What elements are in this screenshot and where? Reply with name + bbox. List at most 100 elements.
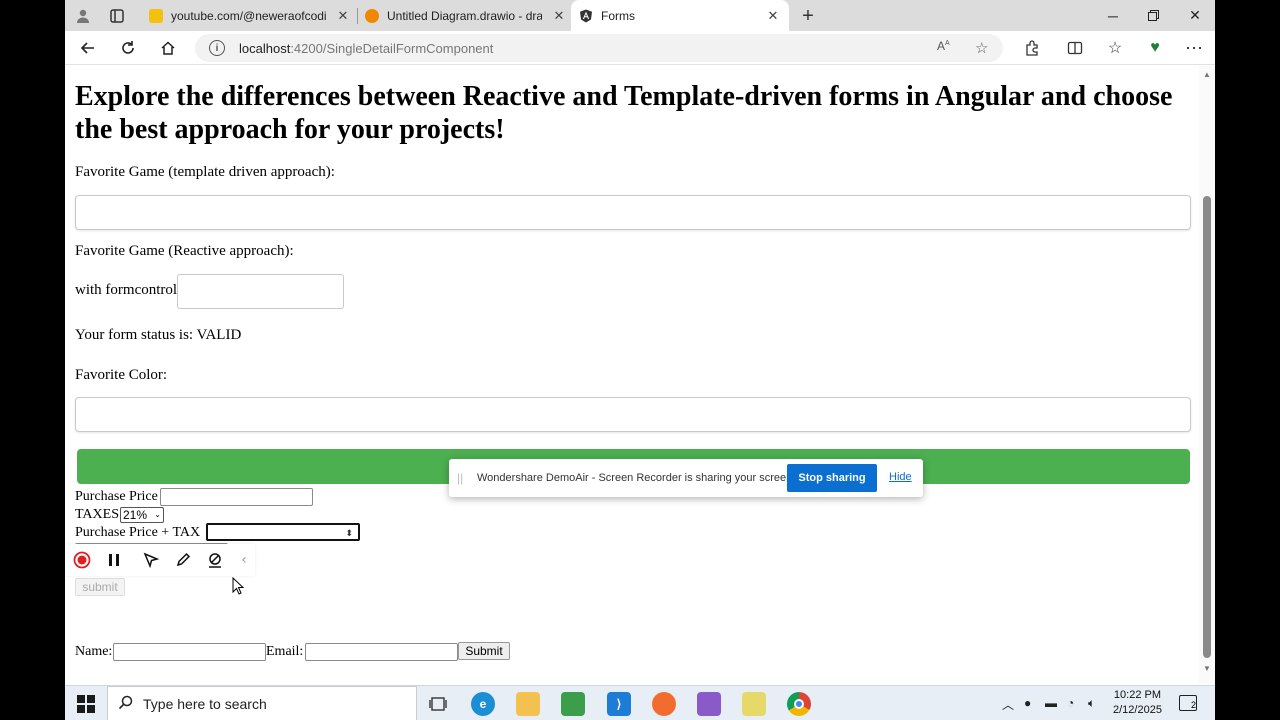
- tab-actions-icon[interactable]: [105, 4, 129, 28]
- pointer-icon[interactable]: [142, 551, 160, 569]
- edge-icon[interactable]: e: [471, 692, 495, 716]
- formcontrol-label: with formcontrol:: [75, 282, 182, 298]
- share-message: Wondershare DemoAir - Screen Recorder is…: [477, 472, 796, 484]
- more-menu-icon[interactable]: ⋯: [1181, 35, 1207, 61]
- favorite-star-icon[interactable]: ☆: [975, 39, 988, 57]
- url-host: localhost: [239, 40, 291, 56]
- taxes-select[interactable]: 21% ⌄: [120, 507, 164, 523]
- clock-time: 10:22 PM: [1113, 689, 1162, 701]
- refresh-icon[interactable]: [115, 35, 141, 61]
- taxes-label: TAXES: [75, 507, 119, 522]
- screen: youtube.com/@neweraofcoding ✕ Untitled D…: [65, 0, 1215, 720]
- favorite-color-label: Favorite Color:: [75, 367, 168, 383]
- tab-youtube[interactable]: youtube.com/@neweraofcoding ✕: [141, 0, 355, 31]
- template-game-label: Favorite Game (template driven approach)…: [75, 164, 335, 180]
- notification-icon[interactable]: 2: [1179, 695, 1197, 711]
- windows-start-icon[interactable]: [77, 695, 95, 713]
- pen-icon[interactable]: [174, 551, 192, 569]
- split-screen-icon[interactable]: [1062, 35, 1088, 61]
- collapse-icon[interactable]: ‹: [235, 551, 253, 569]
- total-price-input[interactable]: ⬍: [206, 523, 360, 541]
- chevron-down-icon: ⌄: [154, 510, 161, 519]
- scroll-up-icon[interactable]: ▲: [1203, 70, 1211, 79]
- formcontrol-input[interactable]: [177, 274, 344, 309]
- pause-icon[interactable]: [105, 551, 123, 569]
- scroll-thumb[interactable]: [1203, 196, 1211, 658]
- form-status-text: Your form status is: VALID: [75, 327, 242, 343]
- tab-title: Untitled Diagram.drawio - draw.io: [387, 8, 542, 23]
- recorder-toolbar: ‹: [65, 544, 255, 576]
- extensions-icon[interactable]: [1019, 35, 1045, 61]
- task-view-icon[interactable]: [426, 692, 450, 716]
- scroll-down-icon[interactable]: ▼: [1203, 664, 1211, 673]
- photos-icon[interactable]: [561, 692, 585, 716]
- tab-strip: youtube.com/@neweraofcoding ✕ Untitled D…: [65, 0, 1215, 31]
- close-icon[interactable]: ✕: [336, 8, 350, 24]
- record-icon[interactable]: [73, 551, 91, 569]
- battery-icon[interactable]: ▬: [1045, 696, 1057, 710]
- home-icon[interactable]: [155, 35, 181, 61]
- network-icon[interactable]: ◔: [1067, 696, 1074, 710]
- app-icon[interactable]: [742, 692, 766, 716]
- angular-icon: [579, 9, 593, 23]
- drawio-icon: [365, 8, 379, 23]
- url-field[interactable]: i localhost:4200/SingleDetailFormCompone…: [195, 34, 1003, 62]
- stop-sharing-button[interactable]: Stop sharing: [787, 464, 877, 492]
- purchase-price-input[interactable]: [160, 488, 313, 506]
- favorites-icon[interactable]: ☆: [1102, 35, 1128, 61]
- disabled-submit-button[interactable]: submit: [75, 578, 125, 596]
- browser-essentials-icon[interactable]: ♥: [1142, 35, 1168, 61]
- template-game-input[interactable]: [75, 195, 1191, 230]
- clock-date: 2/12/2025: [1113, 704, 1162, 716]
- name-field[interactable]: [113, 643, 266, 661]
- search-placeholder: Type here to search: [143, 695, 267, 712]
- name-label: Name:: [75, 644, 113, 659]
- read-aloud-icon[interactable]: AA: [937, 39, 950, 53]
- close-icon[interactable]: ✕: [766, 8, 780, 24]
- mouse-cursor-icon: [232, 577, 244, 595]
- total-price-label: Purchase Price + TAX: [75, 525, 201, 540]
- taskbar-search[interactable]: Type here to search: [107, 686, 417, 720]
- vscode-icon[interactable]: ⟩: [607, 692, 631, 716]
- spinner-icon: ⬍: [345, 528, 353, 538]
- tab-title: Forms: [601, 8, 635, 23]
- file-explorer-icon[interactable]: [516, 692, 540, 716]
- restore-icon[interactable]: [1133, 0, 1173, 31]
- submit-button[interactable]: Submit: [458, 642, 510, 660]
- search-icon: [118, 695, 133, 713]
- purchase-price-label: Purchase Price: [75, 489, 158, 504]
- notification-count: 2: [1190, 700, 1196, 710]
- tray-chevron-icon[interactable]: ︿: [1002, 696, 1014, 713]
- back-icon[interactable]: [75, 35, 101, 61]
- profile-icon[interactable]: [71, 4, 95, 28]
- url-path: :4200/SingleDetailFormComponent: [290, 40, 494, 56]
- reactive-game-label: Favorite Game (Reactive approach):: [75, 243, 294, 259]
- email-field[interactable]: [305, 643, 458, 661]
- page-scrollbar[interactable]: ▲ ▼: [1199, 66, 1215, 684]
- visual-studio-icon[interactable]: [697, 692, 721, 716]
- close-icon[interactable]: ✕: [552, 8, 566, 24]
- address-bar-row: i localhost:4200/SingleDetailFormCompone…: [65, 31, 1215, 65]
- page-title: Explore the differences between Reactive…: [75, 81, 1173, 145]
- info-icon[interactable]: i: [209, 40, 225, 56]
- volume-icon[interactable]: 🔈︎: [1088, 696, 1095, 711]
- youtube-tab-icon: [149, 8, 163, 23]
- tab-drawio[interactable]: Untitled Diagram.drawio - draw.io ✕: [357, 0, 571, 31]
- window-close-icon[interactable]: ✕: [1175, 0, 1215, 31]
- new-tab-icon[interactable]: +: [796, 4, 820, 28]
- chrome-icon[interactable]: [787, 692, 811, 716]
- postman-icon[interactable]: [652, 692, 676, 716]
- tab-title: youtube.com/@neweraofcoding: [171, 8, 326, 23]
- windows-taskbar: Type here to search e ⟩ ︿ ● ▬ ◔ 🔈︎ 10:22…: [65, 685, 1215, 720]
- screen-share-banner: || Wondershare DemoAir - Screen Recorder…: [449, 459, 923, 497]
- hide-link[interactable]: Hide: [889, 471, 912, 483]
- eraser-icon[interactable]: [206, 551, 224, 569]
- drag-handle-icon[interactable]: ||: [457, 471, 463, 485]
- clock[interactable]: 10:22 PM 2/12/2025: [1113, 688, 1162, 718]
- page-content: Explore the differences between Reactive…: [65, 66, 1199, 684]
- minimize-icon[interactable]: ─: [1093, 0, 1133, 31]
- taxes-selected-value: 21%: [123, 508, 148, 522]
- microphone-icon[interactable]: ●: [1024, 696, 1031, 710]
- favorite-color-input[interactable]: [75, 397, 1191, 432]
- tab-forms[interactable]: Forms ✕: [571, 0, 789, 31]
